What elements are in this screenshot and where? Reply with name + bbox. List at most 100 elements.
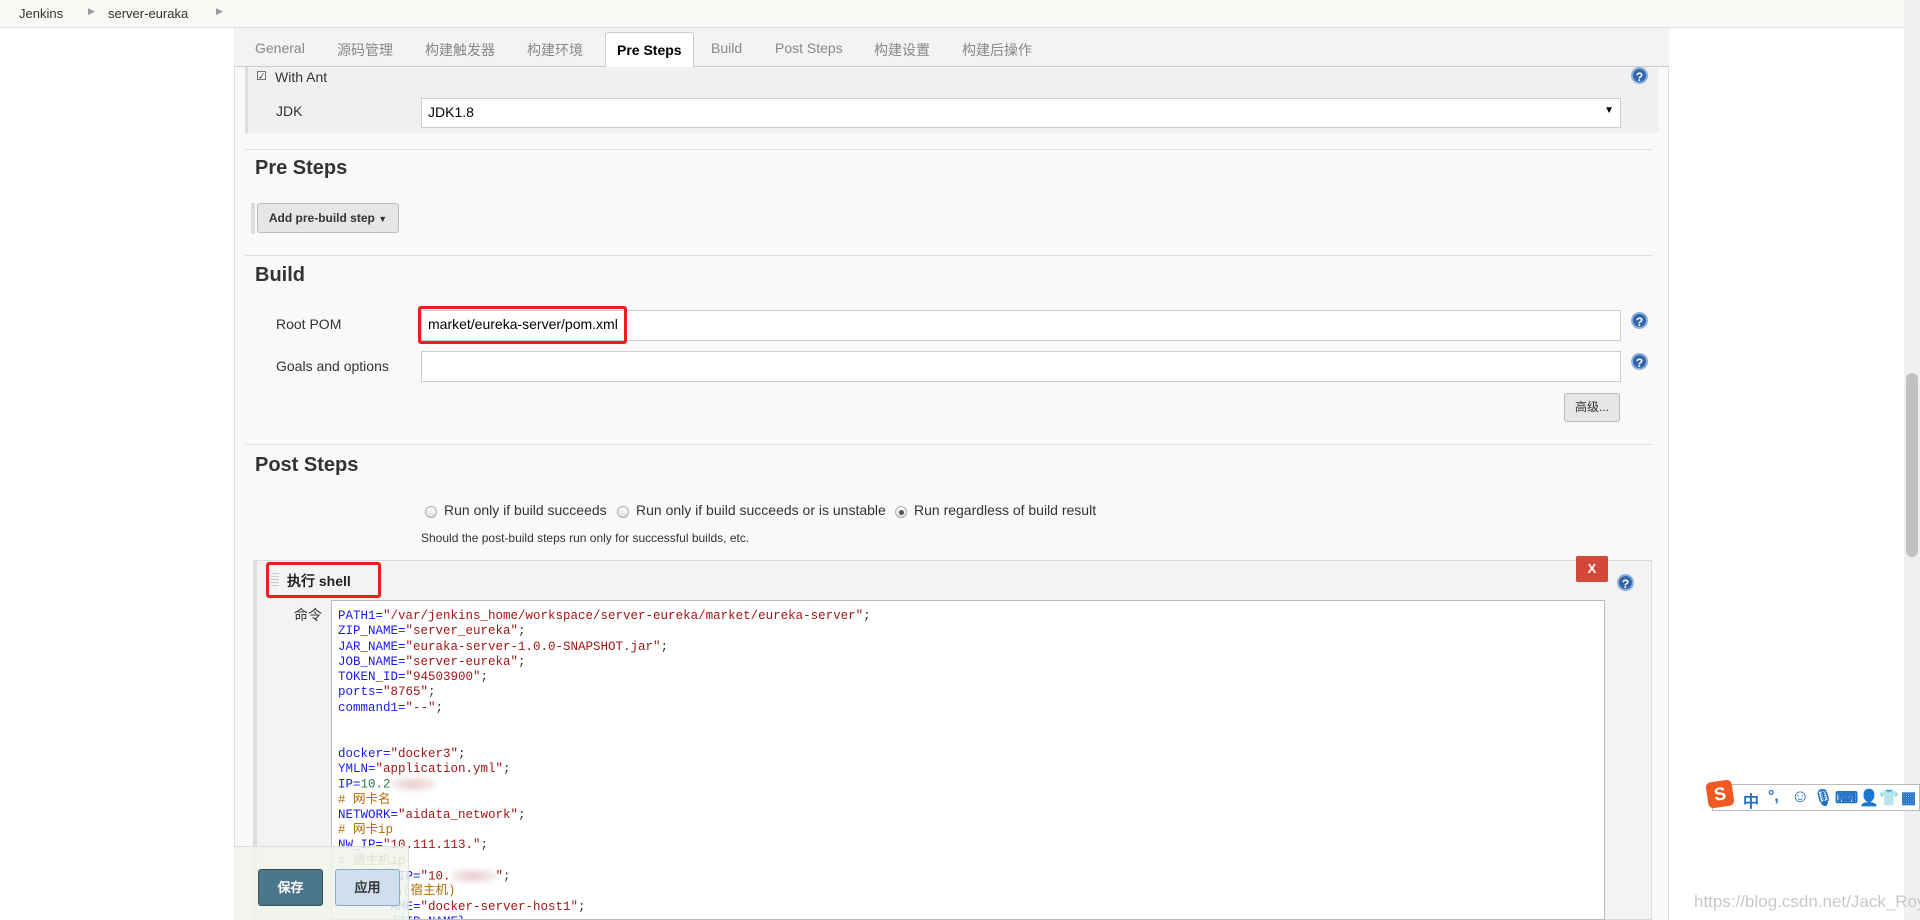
code-line: NW_IP="10.111.113."; bbox=[338, 838, 1598, 853]
tab-build-settings[interactable]: 构建设置 bbox=[874, 40, 930, 60]
radio-succeeds-or-unstable[interactable] bbox=[617, 506, 629, 518]
redacted-blur bbox=[390, 777, 436, 792]
caret-down-icon: ▼ bbox=[378, 214, 388, 224]
code-line: NETWORK="aidata_network"; bbox=[338, 808, 1598, 823]
code-line: # 网卡名 bbox=[338, 793, 1598, 808]
breadcrumb-jenkins[interactable]: Jenkins bbox=[19, 6, 63, 21]
radio-label: Run only if build succeeds bbox=[444, 502, 607, 518]
emoji-icon[interactable]: ☺ bbox=[1791, 786, 1809, 807]
chinese-mode-icon[interactable]: 中 bbox=[1743, 788, 1759, 812]
code-token: "/var/jenkins_home/workspace/server-eure… bbox=[383, 609, 864, 623]
tab-build[interactable]: Build bbox=[711, 40, 742, 56]
radio-label: Run regardless of build result bbox=[914, 502, 1097, 518]
code-token: ; bbox=[503, 761, 511, 776]
tab-build-env[interactable]: 构建环境 bbox=[527, 40, 583, 60]
code-token: "docker3" bbox=[390, 746, 459, 761]
microphone-icon[interactable]: 🎙 bbox=[1813, 788, 1833, 808]
divider bbox=[245, 444, 1653, 445]
jdk-select[interactable]: JDK1.8 ▼ bbox=[421, 98, 1621, 128]
code-token: "server-eureka" bbox=[405, 654, 519, 669]
breadcrumb: Jenkins ▶ server-euraka ▶ bbox=[0, 0, 1904, 28]
code-line: docker="docker3"; bbox=[338, 747, 1598, 762]
code-line: # 网卡ip bbox=[338, 823, 1598, 838]
user-lock-icon[interactable]: 👤 bbox=[1859, 788, 1879, 808]
code-token: "10. bbox=[420, 869, 451, 884]
section-bar bbox=[251, 203, 255, 234]
code-token: ZIP_NAME= bbox=[338, 624, 406, 639]
add-pre-build-step-button[interactable]: Add pre-build step ▼ bbox=[257, 203, 399, 233]
pre-steps-heading: Pre Steps bbox=[255, 157, 348, 179]
radio-label: Run only if build succeeds or is unstabl… bbox=[636, 502, 886, 518]
breadcrumb-job[interactable]: server-euraka bbox=[108, 6, 188, 21]
code-token: ; bbox=[480, 670, 489, 685]
scrollbar-thumb[interactable] bbox=[1906, 373, 1918, 557]
code-line: # 注册域名(宿主机) bbox=[338, 884, 1598, 899]
tab-triggers[interactable]: 构建触发器 bbox=[425, 40, 495, 60]
code-line: TOKEN_ID="94503900"; bbox=[338, 670, 1598, 685]
help-icon[interactable]: ? bbox=[1631, 67, 1648, 84]
code-token: "application.yml" bbox=[375, 761, 504, 776]
toolbox-grid-icon[interactable]: ▦ bbox=[1901, 788, 1916, 808]
code-line: command1="--"; bbox=[338, 701, 1598, 716]
tab-post-steps[interactable]: Post Steps bbox=[775, 40, 843, 56]
tab-bar: General 源码管理 构建触发器 构建环境 Pre Steps Build … bbox=[234, 29, 1669, 68]
code-token: ; bbox=[480, 838, 489, 853]
jdk-label: JDK bbox=[276, 103, 303, 119]
code-token: JAR_NAME= bbox=[338, 639, 406, 654]
code-token: "94503900" bbox=[405, 670, 481, 685]
advanced-button[interactable]: 高级... bbox=[1564, 393, 1620, 422]
tab-scm[interactable]: 源码管理 bbox=[337, 40, 393, 60]
radio-regardless[interactable] bbox=[895, 506, 907, 518]
code-token: PATH1= bbox=[338, 609, 384, 623]
apply-button[interactable]: 应用 bbox=[335, 869, 400, 906]
ime-toolbar: S 中 °, ☺ 🎙 ⌨ 👤 👕 ▦ bbox=[1705, 779, 1920, 812]
code-token: "8765" bbox=[383, 685, 429, 700]
code-token: YMLN= bbox=[338, 761, 376, 776]
code-line: JAR_NAME="euraka-server-1.0.0-SNAPSHOT.j… bbox=[338, 640, 1598, 655]
keyboard-icon[interactable]: ⌨ bbox=[1835, 788, 1858, 808]
root-pom-label: Root POM bbox=[276, 316, 342, 332]
delete-step-button[interactable]: X bbox=[1576, 556, 1608, 582]
help-icon[interactable]: ? bbox=[1631, 312, 1648, 329]
code-token: ; bbox=[518, 807, 526, 822]
code-token: ; bbox=[435, 700, 444, 715]
code-token: ; bbox=[863, 609, 871, 623]
goals-label: Goals and options bbox=[276, 358, 389, 374]
goals-input[interactable] bbox=[421, 351, 1621, 382]
with-ant-checkbox[interactable]: ☑ bbox=[256, 69, 267, 83]
code-token: ; bbox=[518, 654, 526, 669]
code-token: ; bbox=[518, 624, 526, 639]
help-icon[interactable]: ? bbox=[1631, 353, 1648, 370]
code-token: docker= bbox=[338, 746, 391, 761]
code-line: YMLN="application.yml"; bbox=[338, 762, 1598, 777]
form-button-bar: 保存 应用 bbox=[234, 846, 409, 920]
code-token: "aidata_network" bbox=[398, 807, 519, 822]
tab-pre-steps[interactable]: Pre Steps bbox=[605, 32, 694, 68]
highlight-box bbox=[266, 562, 381, 598]
with-ant-label: With Ant bbox=[275, 69, 328, 85]
tab-general[interactable]: General bbox=[255, 40, 305, 56]
code-token: command1= bbox=[338, 700, 406, 715]
skin-shirt-icon[interactable]: 👕 bbox=[1879, 788, 1899, 808]
code-token: "server_eureka" bbox=[405, 624, 519, 639]
code-line: # 宿主机ip bbox=[338, 854, 1598, 869]
tab-post-build[interactable]: 构建后操作 bbox=[962, 40, 1032, 60]
code-token: ; bbox=[660, 639, 669, 654]
build-heading: Build bbox=[255, 264, 305, 286]
code-token: 10.2 bbox=[360, 777, 391, 792]
code-token: ; bbox=[578, 899, 586, 914]
sogou-logo-icon: S bbox=[1705, 779, 1735, 809]
command-textarea[interactable]: PATH1="/var/jenkins_home/workspace/serve… bbox=[331, 600, 1605, 920]
divider bbox=[245, 255, 1653, 256]
save-button[interactable]: 保存 bbox=[258, 869, 323, 906]
code-token: ; bbox=[503, 869, 511, 884]
code-token: ; bbox=[458, 746, 466, 761]
dropdown-arrow-icon: ▼ bbox=[1604, 105, 1614, 116]
help-icon[interactable]: ? bbox=[1617, 574, 1634, 591]
radio-build-succeeds[interactable] bbox=[425, 506, 437, 518]
code-token: ports= bbox=[338, 685, 384, 700]
punctuation-icon[interactable]: °, bbox=[1768, 788, 1779, 806]
redacted-blur bbox=[450, 869, 496, 884]
